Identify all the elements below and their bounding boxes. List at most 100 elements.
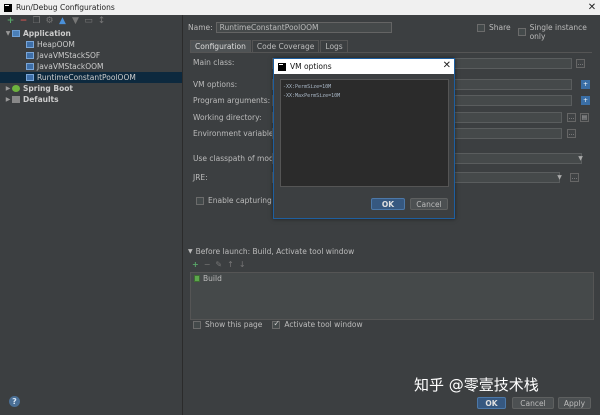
main-class-row: Main class: [193,58,234,67]
spring-boot-icon [12,85,20,92]
sort-icon[interactable]: ↕ [97,16,106,26]
vm-options-dialog: VM options ✕ -XX:PermSize=10M -XX:MaxPer… [273,58,455,219]
vm-options-titlebar: VM options ✕ [274,59,454,74]
expand-vm-options-icon[interactable]: + [581,80,590,89]
vm-option-line: -XX:MaxPermSize=10M [283,93,341,99]
single-instance-label: Single instance only [529,23,587,41]
vm-ok-button[interactable]: OK [371,198,405,210]
remove-icon[interactable]: − [19,16,28,26]
activate-window-checkbox[interactable] [272,319,281,329]
window-titlebar: Run/Debug Configurations ✕ [0,0,600,15]
share-option: Share [477,23,511,32]
tree-node-spring-boot[interactable]: ▶ Spring Boot [0,83,182,94]
run-config-icon [26,63,34,70]
share-label: Share [489,23,511,32]
tree-node-javavmstacksof[interactable]: JavaVMStackSOF [0,50,182,61]
vm-options-label: VM options: [193,80,238,89]
add-icon[interactable]: + [6,16,15,26]
copy-icon[interactable]: ❐ [32,16,41,26]
move-task-down-icon[interactable]: ↓ [239,260,246,269]
tree-node-application[interactable]: ▼ Application [0,28,182,39]
browse-main-class-icon[interactable]: … [576,59,585,68]
bottom-options: Show this page Activate tool window [193,319,363,329]
tab-configuration[interactable]: Configuration [190,40,251,52]
env-vars-row: Environment variables: [193,129,280,138]
config-tree: ▼ Application HeapOOM JavaVMStackSOF Jav… [0,28,182,105]
expand-down-icon[interactable]: ▼ [4,30,12,37]
browse-directory-icon[interactable]: … [567,113,576,122]
vm-options-textarea[interactable]: -XX:PermSize=10M -XX:MaxPermSize=10M [280,79,449,187]
vm-cancel-button[interactable]: Cancel [410,198,448,210]
expand-right-icon[interactable]: ▶ [4,85,12,92]
vm-dialog-close-icon[interactable]: ✕ [443,60,451,71]
insert-macro-icon[interactable]: ▤ [580,113,589,122]
enable-capturing-checkbox[interactable] [196,196,204,205]
single-instance-checkbox[interactable] [518,28,526,36]
watermark-text: 知乎 @零壹技术栈 [414,376,539,394]
env-vars-label: Environment variables: [193,129,280,138]
jre-row: JRE: [193,173,208,182]
expand-right-icon[interactable]: ▶ [4,96,12,103]
program-arguments-label: Program arguments: [193,96,271,105]
working-directory-label: Working directory: [193,113,262,122]
application-icon [12,30,20,37]
settings-icon[interactable]: ⚙ [45,16,54,26]
edit-task-icon[interactable]: ✎ [215,260,222,269]
tab-code-coverage[interactable]: Code Coverage [251,40,320,52]
intellij-app-icon [4,3,12,12]
vm-option-line: -XX:PermSize=10M [283,84,332,90]
cancel-button[interactable]: Cancel [512,397,554,409]
share-checkbox[interactable] [477,23,485,32]
window-close-icon[interactable]: ✕ [584,0,600,15]
folder-icon[interactable]: ▭ [84,16,93,26]
working-directory-row: Working directory: [193,113,262,122]
before-launch-title: Before launch: Build, Activate tool wind… [195,247,355,256]
before-launch-list: Build [190,272,594,320]
activate-window-label: Activate tool window [284,320,363,329]
apply-button[interactable]: Apply [558,397,591,409]
vm-options-title: VM options [290,62,332,71]
single-instance-option: Single instance only [518,23,600,41]
expand-program-arguments-icon[interactable]: + [581,96,590,105]
enable-capturing-row: Enable capturing for [196,196,284,205]
tree-node-defaults[interactable]: ▶ Defaults [0,94,182,105]
intellij-app-icon [278,62,286,71]
name-input[interactable]: RuntimeConstantPoolOOM [215,22,392,33]
tree-node-runtimeconstantpooloom[interactable]: RuntimeConstantPoolOOM [0,72,182,83]
remove-task-icon[interactable]: − [204,260,211,269]
move-up-icon[interactable]: ▲ [58,16,67,26]
build-icon [194,275,200,282]
browse-env-vars-icon[interactable]: … [567,129,576,138]
config-tabs: Configuration Code Coverage Logs [190,40,349,52]
before-launch-header[interactable]: ▼ Before launch: Build, Activate tool wi… [188,247,354,256]
show-page-checkbox[interactable] [193,320,201,329]
jre-label: JRE: [193,173,208,182]
config-tree-panel: + − ❐ ⚙ ▲ ▼ ▭ ↕ ▼ Application HeapOOM Ja… [0,15,183,415]
run-config-icon [26,41,34,48]
defaults-icon [12,96,20,103]
tab-logs[interactable]: Logs [320,40,348,52]
ok-button[interactable]: OK [477,397,506,409]
vm-options-row: VM options: [193,80,237,89]
name-row: Name: RuntimeConstantPoolOOM [188,22,392,33]
name-label: Name: [188,23,213,32]
run-config-icon [26,52,34,59]
add-task-icon[interactable]: + [192,260,199,269]
show-page-label: Show this page [205,320,263,329]
tree-node-javavmstackoom[interactable]: JavaVMStackOOM [0,61,182,72]
window-title: Run/Debug Configurations [16,3,115,12]
main-class-label: Main class: [193,58,235,67]
collapse-down-icon[interactable]: ▼ [188,248,193,255]
tree-toolbar: + − ❐ ⚙ ▲ ▼ ▭ ↕ [0,15,182,27]
run-config-icon [26,74,34,81]
move-task-up-icon[interactable]: ↑ [227,260,234,269]
browse-jre-icon[interactable]: … [570,173,579,182]
program-arguments-row: Program arguments: [193,96,270,105]
classpath-dropdown-icon[interactable]: ▼ [576,154,585,163]
jre-dropdown-icon[interactable]: ▼ [555,173,564,182]
help-icon[interactable]: ? [9,396,20,407]
before-launch-toolbar: + − ✎ ↑ ↓ [192,260,246,269]
move-down-icon[interactable]: ▼ [71,16,80,26]
list-item[interactable]: Build [191,273,593,284]
tree-node-heapoom[interactable]: HeapOOM [0,39,182,50]
